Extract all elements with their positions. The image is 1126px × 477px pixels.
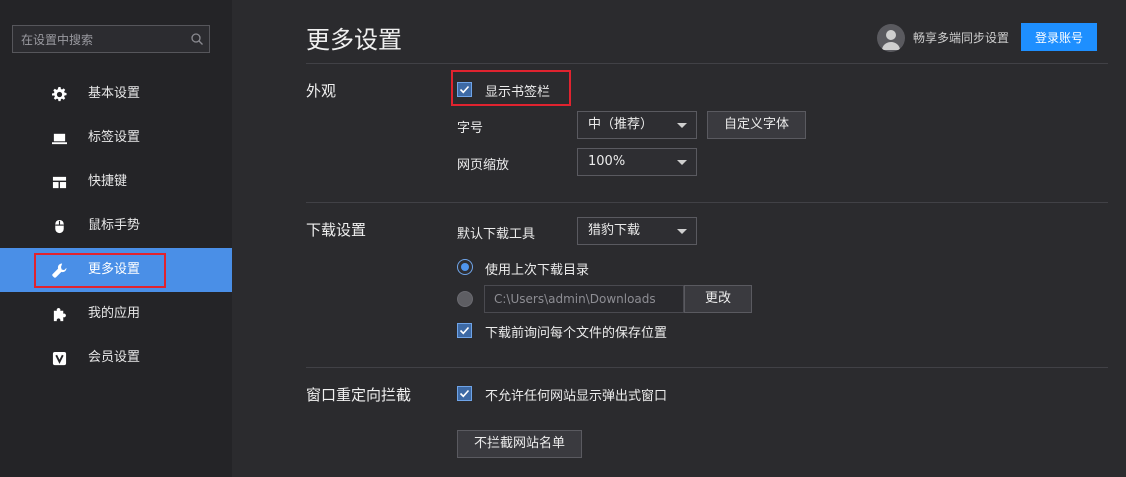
search-box[interactable] [12,25,210,54]
change-dir-button[interactable]: 更改 [684,285,752,313]
show-bookmark-bar-label[interactable]: 显示书签栏 [485,81,550,100]
default-download-tool-value: 猎豹下载 [588,223,641,238]
checkmark-icon [459,326,470,335]
sidebar-item-label: 我的应用 [88,306,141,321]
default-download-tool-select[interactable]: 猎豹下载 [577,217,697,245]
page-zoom-label: 网页缩放 [457,158,510,173]
gear-icon [52,87,67,102]
sidebar-item-basic-settings[interactable]: 基本设置 [0,72,232,116]
custom-dir-radio[interactable] [457,291,473,307]
chevron-down-icon [677,160,687,165]
sidebar-item-label: 快捷键 [88,174,128,189]
show-bookmark-bar-checkbox[interactable] [457,82,472,97]
page-title: 更多设置 [306,26,402,54]
checkmark-icon [459,389,470,398]
divider [306,202,1108,203]
divider [306,367,1108,368]
checkmark-icon [459,85,470,94]
section-title-download: 下载设置 [306,221,367,239]
section-title-appearance: 外观 [306,82,337,100]
main-content: 更多设置 畅享多端同步设置 登录账号 外观 显示书签栏 字号 中（推荐） 自定义… [306,0,1108,477]
use-last-dir-radio[interactable] [457,259,473,275]
download-path-field[interactable]: C:\Users\admin\Downloads [484,285,684,313]
ask-save-location-checkbox[interactable] [457,323,472,338]
sidebar-item-vip-settings[interactable]: 会员设置 [0,336,232,380]
sidebar-item-my-apps[interactable]: 我的应用 [0,292,232,336]
font-size-value: 中（推荐） [588,117,654,132]
page-zoom-value: 100% [588,154,626,169]
sync-prompt-text[interactable]: 畅享多端同步设置 [913,29,1009,46]
sidebar-item-label: 基本设置 [88,86,141,101]
page-zoom-select[interactable]: 100% [577,148,697,176]
mouse-icon [55,219,64,234]
laptop-icon [52,133,67,145]
sidebar-item-tab-settings[interactable]: 标签设置 [0,116,232,160]
puzzle-icon [53,308,66,322]
sidebar: 基本设置 标签设置 快捷键 鼠标手势 [0,0,232,477]
use-last-dir-label[interactable]: 使用上次下载目录 [485,259,589,278]
custom-font-button[interactable]: 自定义字体 [707,111,806,139]
block-popups-label[interactable]: 不允许任何网站显示弹出式窗口 [485,385,667,404]
font-size-label: 字号 [457,121,484,136]
vip-icon [52,351,67,366]
search-input[interactable] [13,26,193,54]
divider [306,63,1108,64]
sidebar-item-label: 鼠标手势 [88,218,141,233]
sidebar-nav: 基本设置 标签设置 快捷键 鼠标手势 更多设置 我的应用 会员设置 [0,72,232,380]
sidebar-item-label: 会员设置 [88,350,141,365]
search-icon[interactable] [190,32,204,46]
login-button[interactable]: 登录账号 [1021,23,1097,51]
ask-save-location-label[interactable]: 下载前询问每个文件的保存位置 [485,322,667,341]
popup-whitelist-button[interactable]: 不拦截网站名单 [457,430,582,458]
default-download-tool-label: 默认下载工具 [457,227,536,242]
chevron-down-icon [677,123,687,128]
wrench-icon [52,263,67,278]
user-icon [882,30,900,50]
layout-icon [52,176,67,189]
font-size-select[interactable]: 中（推荐） [577,111,697,139]
sidebar-item-label: 更多设置 [88,262,141,277]
sidebar-item-mouse-gestures[interactable]: 鼠标手势 [0,204,232,248]
chevron-down-icon [677,229,687,234]
sidebar-item-more-settings[interactable]: 更多设置 [0,248,232,292]
block-popups-checkbox[interactable] [457,386,472,401]
section-title-popup-block: 窗口重定向拦截 [306,386,412,404]
avatar[interactable] [877,24,905,52]
sidebar-item-label: 标签设置 [88,130,141,145]
sidebar-item-shortcuts[interactable]: 快捷键 [0,160,232,204]
